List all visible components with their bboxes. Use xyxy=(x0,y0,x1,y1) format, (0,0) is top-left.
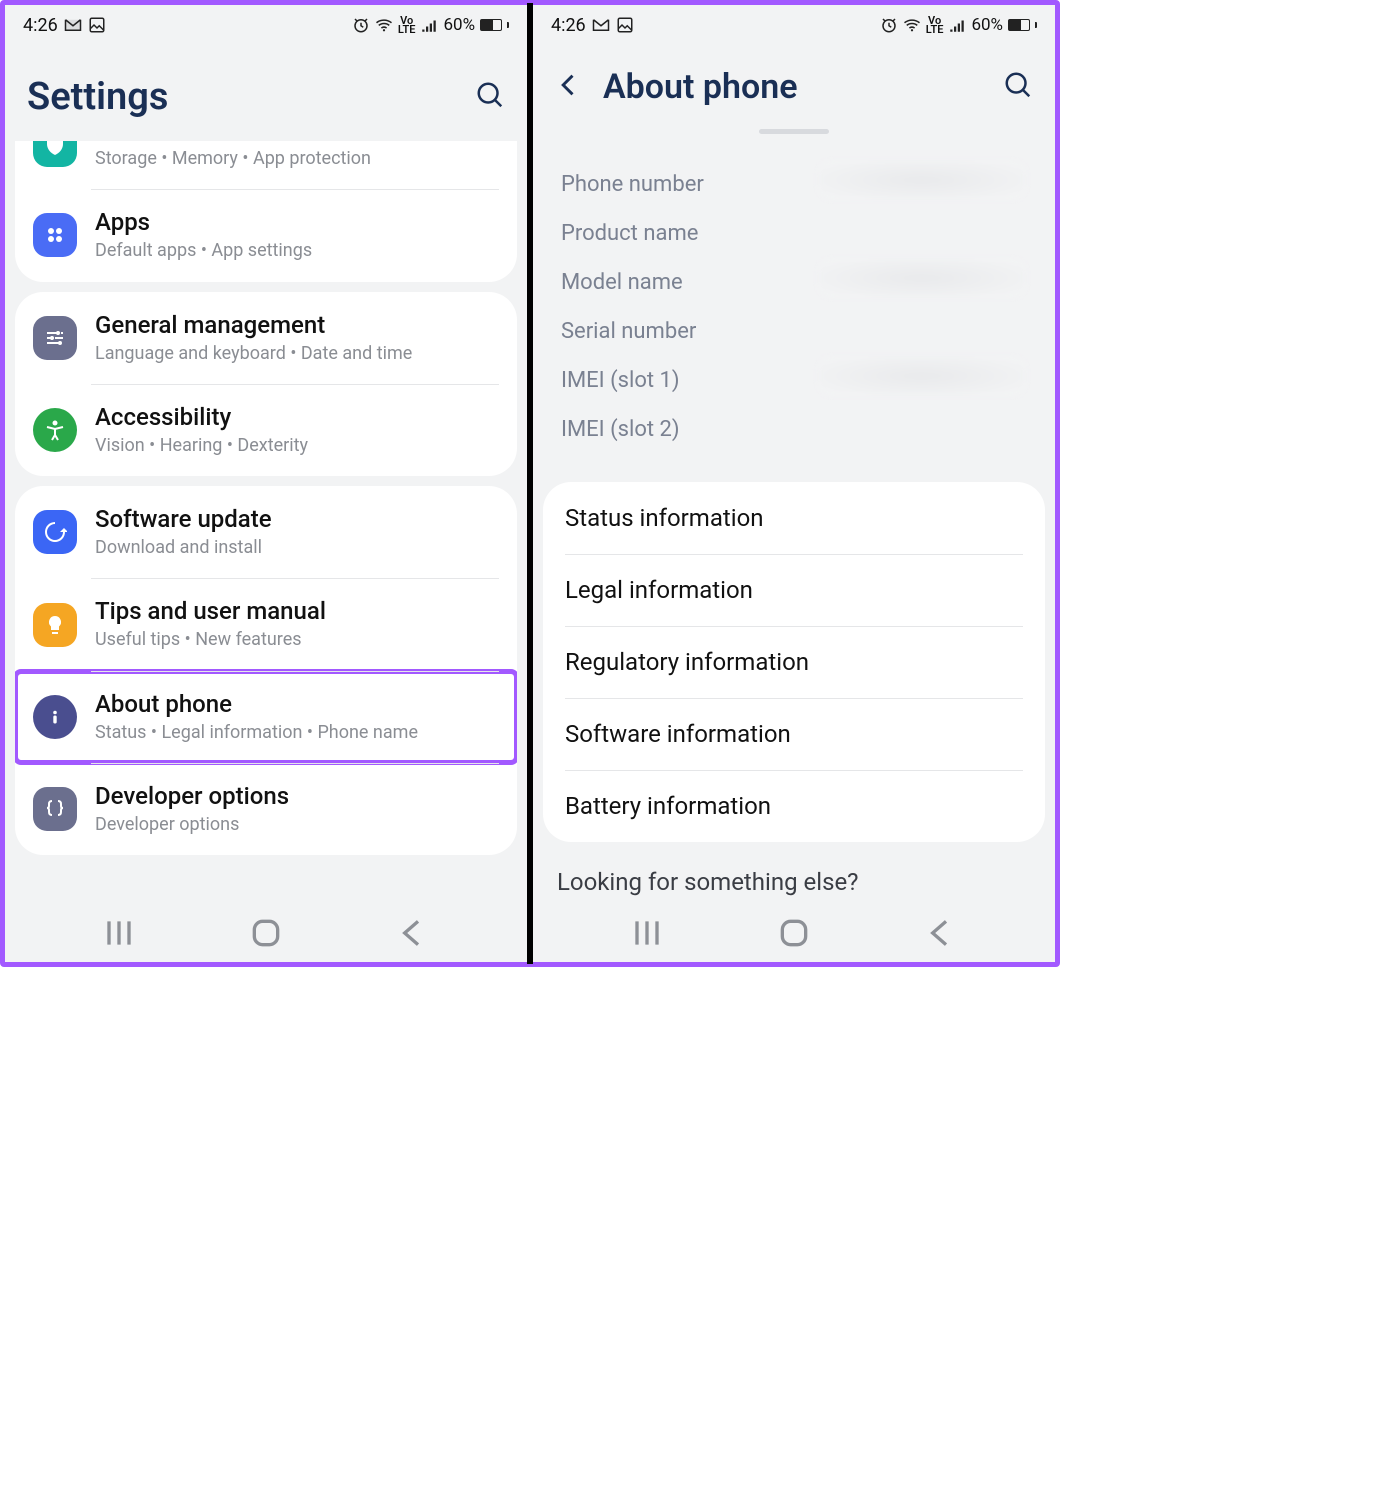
gmail-icon xyxy=(592,16,610,34)
drag-handle-icon[interactable] xyxy=(759,129,829,134)
redacted-value xyxy=(817,160,1027,200)
info-label: Product name xyxy=(561,209,698,258)
list-item[interactable]: Storage • Memory • App protection xyxy=(15,141,517,189)
item-subtitle: Download and install xyxy=(95,536,499,560)
item-title: Developer options xyxy=(95,781,499,811)
list-item[interactable]: Apps Default apps • App settings xyxy=(15,189,517,281)
redacted-value xyxy=(817,356,1027,396)
page-title: Settings xyxy=(27,75,475,119)
nav-bar xyxy=(5,904,527,962)
list-item-about-phone[interactable]: About phone Status • Legal information •… xyxy=(15,671,517,763)
braces-icon xyxy=(33,787,77,831)
list-item[interactable]: Accessibility Vision • Hearing • Dexteri… xyxy=(15,384,517,476)
wifi-icon xyxy=(375,16,393,34)
list-item-regulatory-info[interactable]: Regulatory information xyxy=(543,626,1045,698)
shield-icon xyxy=(33,141,77,167)
status-bar: 4:26 Vo LTE 60% xyxy=(5,5,527,45)
alarm-icon xyxy=(880,16,898,34)
settings-list[interactable]: Storage • Memory • App protection Apps D… xyxy=(5,141,527,904)
recents-button[interactable] xyxy=(99,913,139,953)
about-header: About phone xyxy=(533,45,1055,129)
item-title: Tips and user manual xyxy=(95,596,499,626)
item-subtitle: Storage • Memory • App protection xyxy=(95,147,499,171)
home-button[interactable] xyxy=(774,913,814,953)
settings-header: Settings xyxy=(5,45,527,141)
volte-icon: Vo LTE xyxy=(926,16,944,34)
nav-bar xyxy=(533,904,1055,962)
back-button[interactable] xyxy=(555,71,583,103)
wifi-icon xyxy=(903,16,921,34)
list-item-status-info[interactable]: Status information xyxy=(543,482,1045,554)
battery-percent: 60% xyxy=(443,15,475,35)
item-subtitle: Vision • Hearing • Dexterity xyxy=(95,434,499,458)
page-title: About phone xyxy=(603,67,983,107)
list-item-battery-info[interactable]: Battery information xyxy=(543,770,1045,842)
bulb-icon xyxy=(33,603,77,647)
item-subtitle: Status • Legal information • Phone name xyxy=(95,721,499,745)
back-button[interactable] xyxy=(393,913,433,953)
search-button[interactable] xyxy=(1003,70,1033,104)
footer-help-text[interactable]: Looking for something else? xyxy=(533,842,1055,896)
device-info-section: Phone number Product name Model name Ser… xyxy=(533,150,1055,482)
alarm-icon xyxy=(352,16,370,34)
list-item-legal-info[interactable]: Legal information xyxy=(543,554,1045,626)
signal-icon xyxy=(420,16,438,34)
info-label: IMEI (slot 2) xyxy=(561,405,680,454)
item-title: Apps xyxy=(95,207,499,237)
home-button[interactable] xyxy=(246,913,286,953)
item-title: Accessibility xyxy=(95,402,499,432)
battery-icon xyxy=(480,19,502,31)
list-item[interactable]: Developer options Developer options xyxy=(15,763,517,855)
info-label: Serial number xyxy=(561,307,696,356)
item-title: Software update xyxy=(95,504,499,534)
info-label: Phone number xyxy=(561,160,704,209)
info-links-card: Status information Legal information Reg… xyxy=(543,482,1045,842)
list-item-software-info[interactable]: Software information xyxy=(543,698,1045,770)
status-bar: 4:26 Vo LTE 60% xyxy=(533,5,1055,45)
picture-icon xyxy=(88,16,106,34)
list-item[interactable]: General management Language and keyboard… xyxy=(15,292,517,384)
status-time: 4:26 xyxy=(551,15,586,36)
screenshots-pair: 4:26 Vo LTE 60% Settings xyxy=(0,0,1060,967)
phone-left: 4:26 Vo LTE 60% Settings xyxy=(3,3,527,964)
accessibility-icon xyxy=(33,408,77,452)
recents-button[interactable] xyxy=(627,913,667,953)
settings-card: Software update Download and install Tip… xyxy=(15,486,517,855)
settings-card: Storage • Memory • App protection Apps D… xyxy=(15,141,517,282)
update-icon xyxy=(33,510,77,554)
back-button[interactable] xyxy=(921,913,961,953)
battery-percent: 60% xyxy=(971,15,1003,35)
status-time: 4:26 xyxy=(23,15,58,36)
phone-right: 4:26 Vo LTE 60% About phone xyxy=(533,3,1057,964)
list-item[interactable]: Tips and user manual Useful tips • New f… xyxy=(15,578,517,670)
redacted-value xyxy=(817,258,1027,298)
sliders-icon xyxy=(33,316,77,360)
list-item[interactable]: Software update Download and install xyxy=(15,486,517,578)
info-label: Model name xyxy=(561,258,683,307)
volte-icon: Vo LTE xyxy=(398,16,416,34)
gmail-icon xyxy=(64,16,82,34)
item-subtitle: Default apps • App settings xyxy=(95,239,499,263)
info-label: IMEI (slot 1) xyxy=(561,356,680,405)
info-icon xyxy=(33,695,77,739)
item-subtitle: Language and keyboard • Date and time xyxy=(95,342,499,366)
settings-card: General management Language and keyboard… xyxy=(15,292,517,477)
item-title: General management xyxy=(95,310,499,340)
item-subtitle: Useful tips • New features xyxy=(95,628,499,652)
item-title: About phone xyxy=(95,689,499,719)
item-subtitle: Developer options xyxy=(95,813,499,837)
battery-icon xyxy=(1008,19,1030,31)
apps-icon xyxy=(33,213,77,257)
search-button[interactable] xyxy=(475,80,505,114)
signal-icon xyxy=(948,16,966,34)
about-content[interactable]: Phone number Product name Model name Ser… xyxy=(533,129,1055,904)
picture-icon xyxy=(616,16,634,34)
